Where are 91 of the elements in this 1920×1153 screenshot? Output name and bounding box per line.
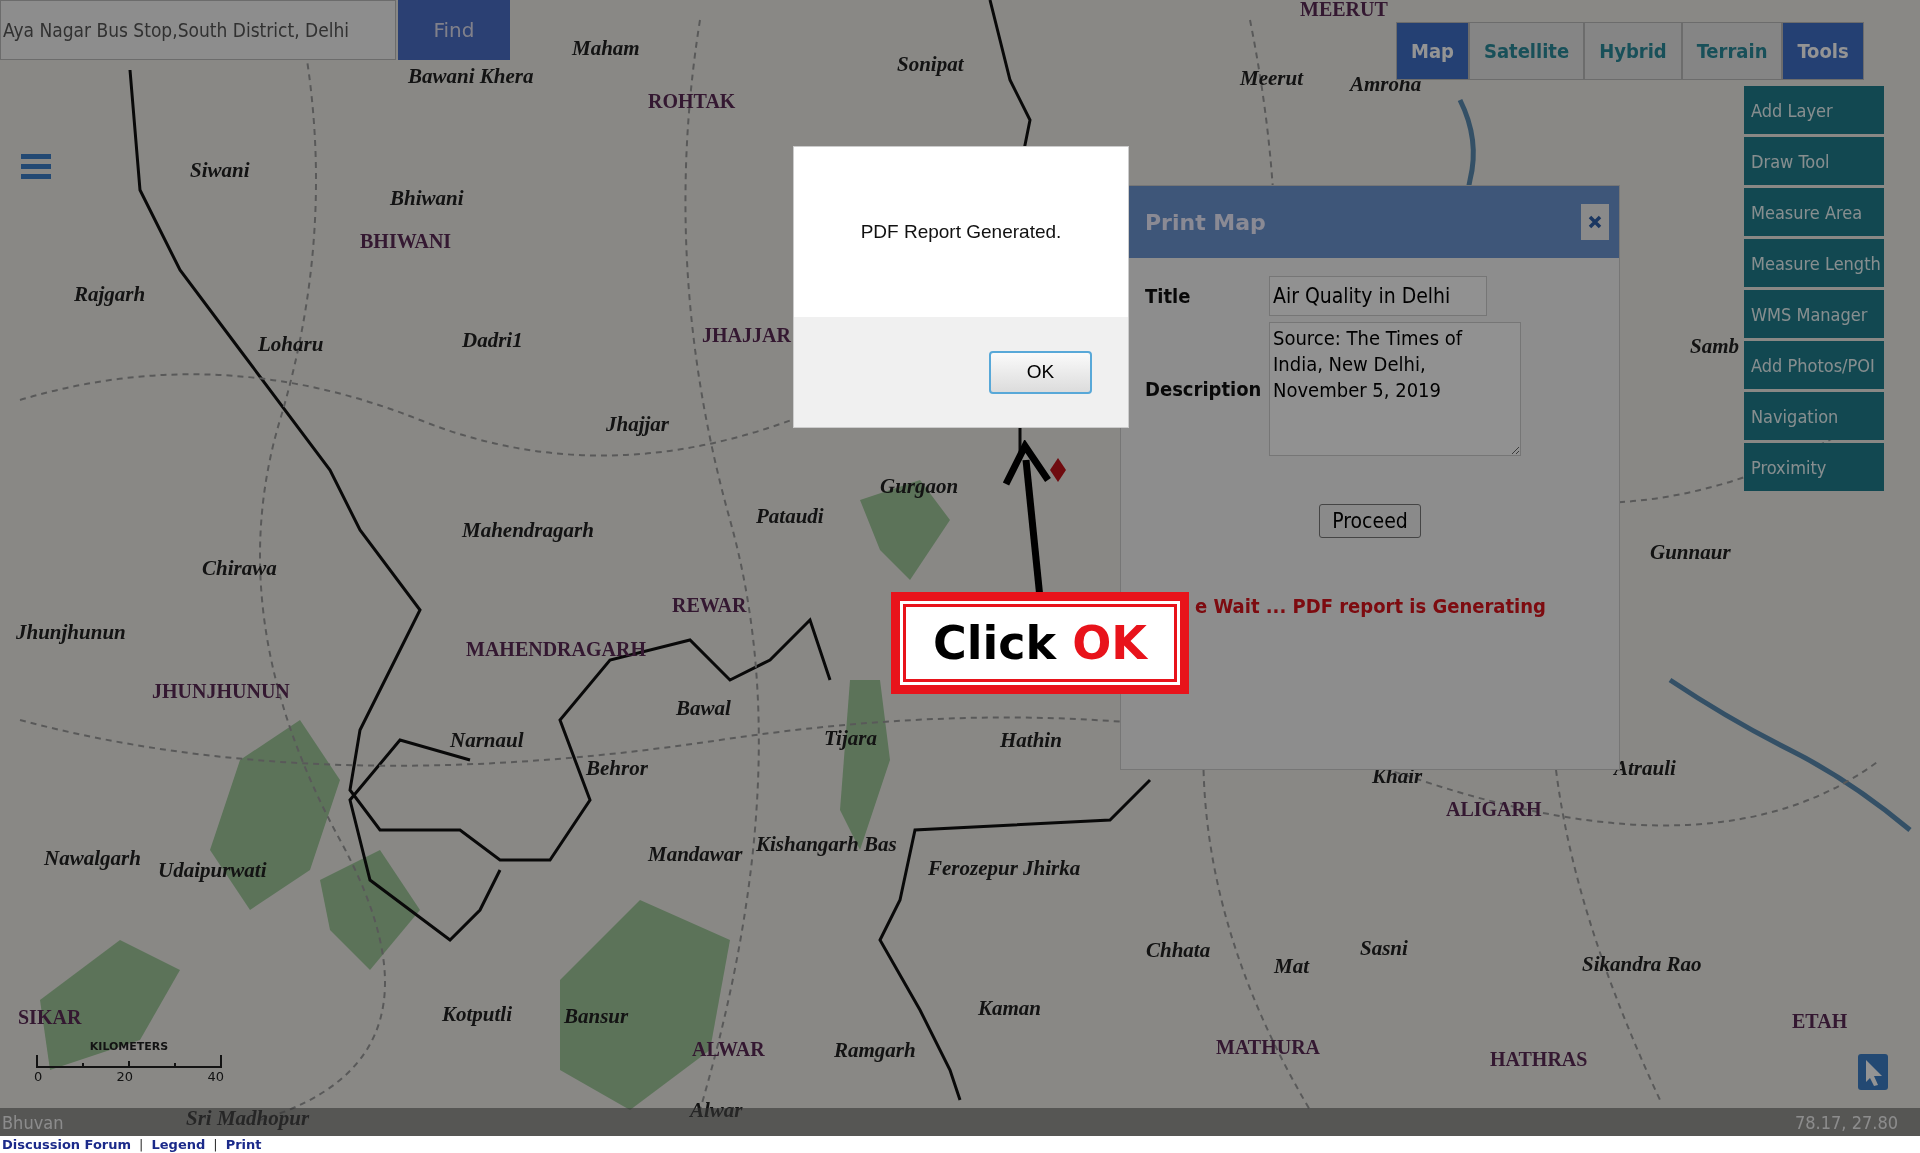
field-label: Description <box>1145 377 1263 401</box>
place-label: Siwani <box>190 158 250 183</box>
place-label: Ramgarh <box>834 1038 916 1063</box>
place-label: BHIWANI <box>360 230 452 253</box>
place-label: Nawalgarh <box>44 846 141 871</box>
place-label: Loharu <box>258 332 324 357</box>
place-label: Bawal <box>676 696 731 721</box>
place-label: ETAH <box>1792 1010 1848 1033</box>
place-label: Udaipurwati <box>158 858 267 883</box>
place-label: MATHURA <box>1216 1036 1321 1059</box>
ok-button[interactable]: OK <box>989 350 1092 394</box>
status-message: e Wait ... PDF report is Generating <box>1195 594 1547 618</box>
place-label: Hathin <box>1000 728 1062 753</box>
place-label: Chirawa <box>202 556 277 581</box>
place-label: SIKAR <box>18 1006 82 1029</box>
scale-tick-label: 40 <box>207 1069 224 1084</box>
place-label: Bawani Khera <box>408 64 534 89</box>
place-label: Atrauli <box>1614 756 1676 781</box>
field-label: Title <box>1145 284 1192 308</box>
place-label: ROHTAK <box>648 90 736 113</box>
place-label: MAHENDRAGARH <box>466 638 646 661</box>
place-label: JHAJJAR <box>702 324 791 347</box>
place-label: Maham <box>572 36 640 61</box>
place-label: Jhunjhunun <box>16 620 126 645</box>
place-label: Sasni <box>1360 936 1408 961</box>
place-label: Bhiwani <box>390 186 464 211</box>
place-label: Gunnaur <box>1650 540 1731 565</box>
place-label: Kishangarh Bas <box>756 832 897 857</box>
place-label: Jhajjar <box>606 412 670 437</box>
tool-menu-item[interactable]: Measure Area <box>1744 188 1884 236</box>
place-label: Sikandra Rao <box>1582 952 1702 977</box>
place-label: Alwar <box>690 1098 743 1123</box>
description-field[interactable]: Source: The Times of India, New Delhi, November 5, 2019 <box>1269 322 1521 456</box>
place-label: Tijara <box>824 726 877 751</box>
place-label: Dadri1 <box>462 328 523 353</box>
tool-menu-item[interactable]: Navigation <box>1744 392 1884 440</box>
place-label: Behror <box>586 756 648 781</box>
close-button[interactable] <box>1581 204 1609 240</box>
app-name: Bhuvan <box>2 1111 64 1133</box>
scale-bar-icon <box>36 1053 222 1069</box>
place-label: Samb <box>1690 334 1739 359</box>
place-label: Mahendragarh <box>462 518 594 543</box>
place-label: JHUNJHUNUN <box>152 680 290 703</box>
footer-link[interactable]: Legend <box>151 1137 206 1152</box>
tool-menu-item[interactable]: Measure Length <box>1744 239 1884 287</box>
place-label: Rajgarh <box>74 282 146 307</box>
panel-title: Print Map <box>1145 209 1266 235</box>
place-label: ALIGARH <box>1446 798 1542 821</box>
pointer-icon[interactable] <box>1858 1054 1888 1090</box>
map-type-tab[interactable]: Hybrid <box>1584 22 1682 80</box>
tool-menu-item[interactable]: Proximity <box>1744 443 1884 491</box>
map-type-tab[interactable]: Map <box>1396 22 1469 80</box>
separator: | <box>213 1137 218 1152</box>
scale-tick-label: 0 <box>34 1069 43 1084</box>
tools-tab[interactable]: Tools <box>1782 22 1864 80</box>
footer-link[interactable]: Print <box>225 1137 262 1152</box>
find-button[interactable]: Find <box>398 0 510 60</box>
scale-tick-label: 20 <box>116 1069 134 1084</box>
place-label: Chhata <box>1146 938 1211 963</box>
place-label: REWAR <box>672 594 747 617</box>
place-label: Kaman <box>978 996 1042 1021</box>
place-label: MEERUT <box>1300 0 1388 21</box>
place-label: Gurgaon <box>880 474 959 499</box>
place-label: Mandawar <box>648 842 743 867</box>
callout-text: Click OK <box>933 616 1147 670</box>
map-type-tab[interactable]: Terrain <box>1681 22 1783 80</box>
place-label: Mat <box>1274 954 1309 979</box>
footer-link[interactable]: Discussion Forum <box>2 1137 132 1152</box>
search-field[interactable]: Aya Nagar Bus Stop,South District, Delhi <box>0 0 396 60</box>
close-icon <box>1588 215 1602 229</box>
tool-menu-item[interactable]: Add Layer <box>1744 86 1884 134</box>
separator: | <box>139 1137 144 1152</box>
menu-icon[interactable] <box>21 152 51 180</box>
place-label: Meerut <box>1240 66 1303 91</box>
place-label: Ferozepur Jhirka <box>928 856 1081 881</box>
proceed-button[interactable]: Proceed <box>1319 504 1421 538</box>
place-label: Bansur <box>564 1004 629 1029</box>
place-label: Kotputli <box>442 1002 513 1027</box>
map-type-tab[interactable]: Satellite <box>1468 22 1585 80</box>
place-label: HATHRAS <box>1490 1048 1588 1071</box>
alert-message: PDF Report Generated. <box>860 221 1062 243</box>
coordinates-readout: 78.17, 27.80 <box>1795 1111 1898 1133</box>
tool-menu-item[interactable]: Draw Tool <box>1744 137 1884 185</box>
place-label: Pataudi <box>756 504 824 529</box>
place-label: ALWAR <box>692 1038 765 1061</box>
place-label: Narnaul <box>450 728 524 753</box>
tool-menu-item[interactable]: WMS Manager <box>1744 290 1884 338</box>
tool-menu-item[interactable]: Add Photos/POI <box>1744 341 1884 389</box>
title-field[interactable]: Air Quality in Delhi <box>1269 276 1487 316</box>
scale-unit-label: KILOMETERS <box>89 1040 169 1053</box>
place-label: Sonipat <box>897 52 964 77</box>
